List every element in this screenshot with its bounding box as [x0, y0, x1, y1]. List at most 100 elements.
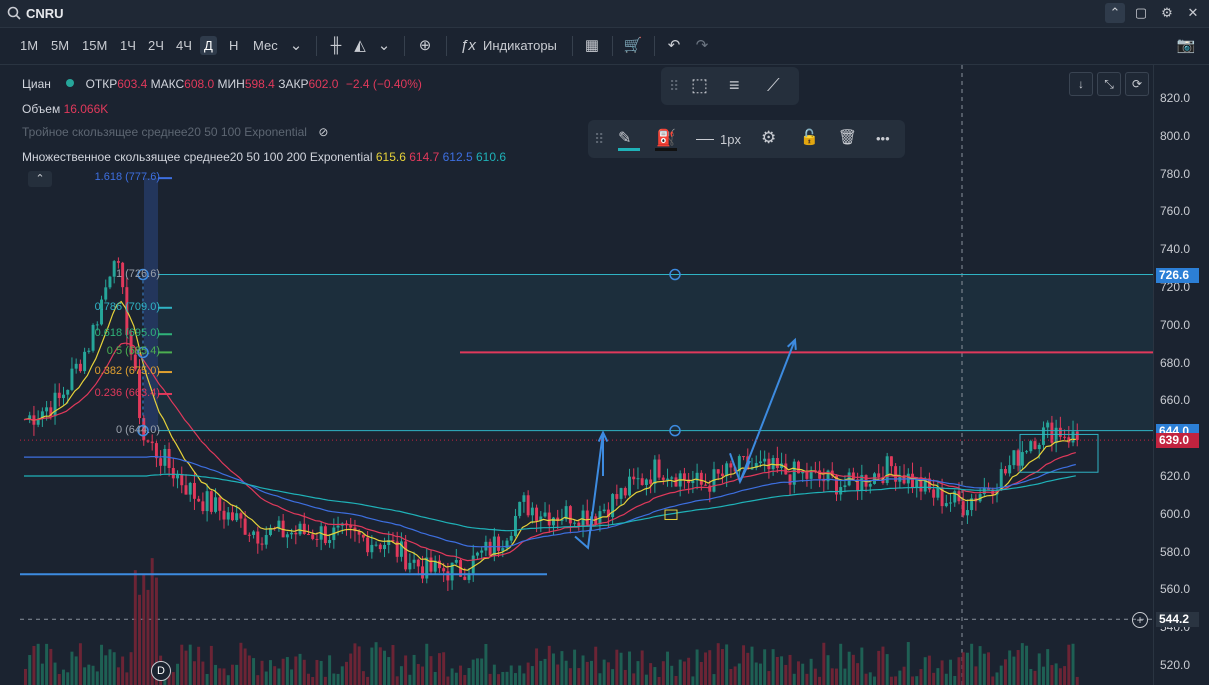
add-compare-icon[interactable]: ⊕	[415, 36, 435, 56]
tema-legend[interactable]: Тройное скользящее среднее20 50 100 Expo…	[22, 125, 328, 139]
candle-body	[218, 497, 222, 511]
candle-body	[513, 515, 517, 536]
mma-legend[interactable]: Множественное скользящее среднее20 50 10…	[22, 150, 506, 164]
timeframe-15m[interactable]: 15М	[82, 38, 107, 53]
volume-bar	[112, 652, 116, 685]
settings-gear-icon[interactable]: ⚙	[1157, 3, 1177, 23]
symbol-name[interactable]: CNRU	[26, 6, 64, 21]
timeframe-day[interactable]: Д	[200, 36, 217, 55]
redo-icon[interactable]: ↷	[692, 36, 712, 56]
volume-bar	[370, 647, 374, 685]
timeframe-1h[interactable]: 1Ч	[120, 38, 136, 53]
hidden-eye-icon[interactable]: ⊘	[318, 125, 328, 139]
sync-icon[interactable]: ⟳	[1125, 72, 1149, 96]
price-tick-label: 680.0	[1160, 355, 1191, 370]
candle-body	[742, 456, 746, 458]
volume-bar	[387, 657, 391, 685]
candle-body	[932, 489, 936, 498]
trash-icon[interactable]: 🗑	[838, 128, 857, 146]
fill-bucket-icon[interactable]: ⛽	[656, 128, 676, 148]
volume-bar	[750, 646, 754, 685]
volume-bar	[404, 655, 408, 685]
scroll-down-icon[interactable]: ↓	[1069, 72, 1093, 96]
volume-bar	[813, 668, 817, 685]
trendline-tool-icon[interactable]: ⟋	[767, 75, 780, 96]
chart-type-dropdown-icon[interactable]: ⌄	[374, 36, 394, 56]
mma-value-50: 614.7	[409, 150, 440, 164]
area-chart-icon[interactable]: ◭	[350, 36, 370, 56]
search-icon[interactable]	[7, 6, 21, 20]
cart-icon[interactable]: 🛒	[623, 36, 643, 56]
line-width-label[interactable]: 1px	[720, 132, 741, 147]
candle-body	[636, 478, 640, 480]
timeframe-week[interactable]: Н	[229, 38, 238, 53]
volume-bar	[125, 672, 129, 685]
volume-bar	[775, 656, 779, 685]
volume-bar	[1050, 665, 1054, 685]
volume-bar	[927, 655, 931, 685]
timeframe-dropdown-icon[interactable]: ⌄	[286, 36, 306, 56]
drag-handle-icon[interactable]: ⠿	[669, 78, 679, 95]
volume-bar	[281, 658, 285, 685]
candle-body	[682, 473, 686, 480]
candle-body	[239, 513, 243, 519]
candles-icon[interactable]: ╫	[326, 36, 346, 56]
volume-bar	[670, 665, 674, 685]
volume-bar	[864, 673, 868, 685]
maximize-icon[interactable]: ▢	[1131, 3, 1151, 23]
fib-level-label: 0.786 (709.0)	[94, 300, 160, 313]
unlock-icon[interactable]: 🔓	[800, 128, 819, 146]
line-width-icon[interactable]	[696, 139, 714, 140]
candle-body	[412, 559, 416, 563]
timeframe-4h[interactable]: 4Ч	[176, 38, 192, 53]
volume-bar	[285, 657, 289, 685]
volume-bar	[104, 655, 108, 685]
indicators-button[interactable]: Индикаторы	[483, 38, 557, 53]
fill-color-swatch[interactable]	[655, 148, 677, 151]
timeframe-2h[interactable]: 2Ч	[148, 38, 164, 53]
collapse-icon[interactable]: ⌃	[1105, 3, 1125, 23]
volume-bar	[978, 646, 982, 685]
drag-handle-icon[interactable]: ⠿	[594, 131, 604, 148]
collapse-legend-button[interactable]: ⌃	[28, 171, 52, 187]
parallel-lines-icon[interactable]: ≡	[729, 75, 740, 96]
candle-body	[230, 512, 234, 521]
chart-toolbar: 1М 5М 15М 1Ч 2Ч 4Ч Д Н Мес ⌄ ╫ ◭ ⌄ ⊕ ƒx …	[0, 28, 1209, 65]
volume-bar	[590, 660, 593, 685]
candle-body	[475, 552, 479, 556]
volume-bar	[74, 656, 78, 685]
layout-grid-icon[interactable]: ▦	[582, 36, 602, 56]
rectangle-tool-icon[interactable]: ⬚	[691, 75, 708, 96]
indicators-icon[interactable]: ƒx	[458, 36, 478, 56]
settings-gear-icon[interactable]: ⚙	[761, 128, 776, 148]
volume-bar	[1003, 659, 1007, 685]
undo-icon[interactable]: ↶	[664, 36, 684, 56]
candle-body	[361, 534, 365, 538]
volume-bar	[771, 649, 775, 685]
volume-bar	[319, 660, 323, 685]
line-color-swatch[interactable]	[618, 148, 640, 151]
volume-bar	[822, 642, 826, 685]
mma-value-100: 612.5	[442, 150, 473, 164]
candle-body	[252, 531, 256, 535]
candle-body	[911, 473, 914, 488]
timeframe-month[interactable]: Мес	[253, 38, 278, 53]
fullscreen-toggle-icon[interactable]: ⤡	[1097, 72, 1121, 96]
add-alert-plus-icon[interactable]: +	[1132, 612, 1148, 628]
close-icon[interactable]: ✕	[1183, 3, 1203, 23]
timeframe-1m[interactable]: 1М	[20, 38, 38, 53]
dividend-event-marker[interactable]: D	[151, 661, 171, 681]
fib-level-label: 1 (726.6)	[115, 267, 160, 280]
more-options-icon[interactable]: •••	[876, 131, 890, 146]
timeframe-5m[interactable]: 5М	[51, 38, 69, 53]
price-scale[interactable]: 820.0 800.0 780.0 760.0 740.0 720.0 700.0 680.0…	[1153, 65, 1209, 685]
screenshot-camera-icon[interactable]: 📷	[1176, 36, 1196, 56]
candle-body	[877, 473, 881, 478]
candle-body	[1012, 450, 1016, 466]
volume-bar	[311, 676, 315, 685]
volume-bar	[535, 648, 539, 685]
high-value: 608.0	[184, 77, 215, 91]
volume-bar	[142, 573, 146, 685]
fib-level-label: 0.382 (675.0)	[94, 365, 160, 378]
pencil-color-icon[interactable]: ✎	[618, 128, 631, 148]
